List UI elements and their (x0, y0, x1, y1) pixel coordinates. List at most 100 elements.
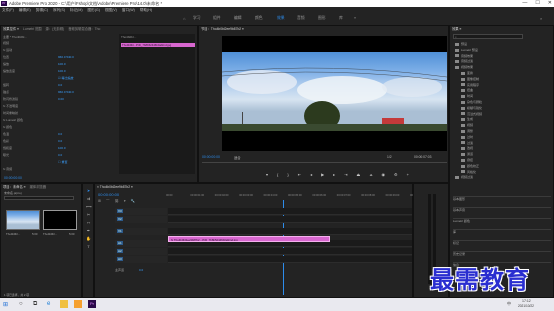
effect-control-value[interactable]: 0.0 (58, 139, 62, 143)
tab-effects[interactable]: 效果 ≡ (452, 26, 461, 32)
collapsed-panel-tab[interactable]: 标记 (453, 240, 551, 245)
effects-tree-item[interactable]: 沉浸式视频 (461, 112, 482, 116)
effects-tree-item[interactable]: 调整 (461, 129, 473, 133)
premiere-taskbar-icon[interactable]: Pr (88, 300, 96, 308)
insert-icon[interactable]: ⊞ (98, 199, 101, 204)
tab-sequence[interactable]: × Tho4b0bl2ee9b87b2 ≡ (97, 184, 133, 190)
timeline-clip[interactable]: fx Tho4b0bl2ee9b87b2…PrD_7b8b52446b0a9rn… (168, 236, 330, 242)
track-label[interactable]: A2 (117, 249, 123, 253)
effect-control-value[interactable]: 0.00 (58, 97, 64, 101)
lift-icon[interactable]: ⏏ (357, 172, 361, 177)
effect-control-value[interactable]: 100.0 (58, 146, 66, 150)
track-header[interactable]: V1 (115, 228, 167, 235)
effect-control-row[interactable]: 时间重映射 (3, 111, 58, 115)
export-frame-icon[interactable]: ◉ (382, 172, 386, 177)
add-button-icon[interactable]: + (407, 172, 409, 177)
tab-lumetri-scopes[interactable]: Lumetri 范围 (23, 26, 42, 32)
effect-control-row[interactable]: ☐ 重置 (3, 160, 68, 164)
timeline-timecode[interactable]: 00:00:00:00 (98, 192, 119, 197)
effects-tree-item[interactable]: 杂色与颗粒 (461, 100, 482, 104)
tab-program[interactable]: 节目：Tho4b0bl2ee9b87b2 ≡ (201, 26, 244, 32)
effect-control-row[interactable]: 缩放宽度 100.0 (3, 69, 66, 73)
settings-icon[interactable]: ⚙ (394, 172, 398, 177)
track-header[interactable]: V2 (115, 216, 167, 223)
effects-tree-item[interactable]: 视频过渡 (455, 175, 473, 179)
program-video-frame[interactable] (222, 36, 447, 151)
task-view-icon[interactable]: ⧉ (33, 301, 37, 308)
windows-start-icon[interactable]: ⊞ (3, 301, 8, 308)
search-icon[interactable]: ⌕ (540, 16, 542, 21)
effect-control-value[interactable]: 0.0 (58, 83, 62, 87)
effects-tree-item[interactable]: 颜色校正 (461, 164, 479, 168)
edge-icon[interactable]: e (47, 301, 50, 307)
project-search-input[interactable] (4, 196, 74, 200)
collapsed-panel-tab[interactable]: 历史记录 (453, 251, 551, 256)
workspace-tab-audio[interactable]: 音频 (297, 16, 305, 21)
track-label[interactable]: V2 (117, 217, 123, 221)
workspace-more-button[interactable]: » (354, 16, 356, 20)
home-icon[interactable]: ⌂ (183, 16, 185, 21)
effects-tree-item[interactable]: 音频效果 (455, 54, 473, 58)
effect-control-row[interactable]: fx 音频 (3, 167, 58, 171)
effects-tree-item[interactable]: 视频效果 (455, 65, 473, 69)
collapsed-panel-tab[interactable]: 基本声音 (453, 207, 551, 212)
effect-controls-timecode[interactable]: 00:00:00:00 (4, 176, 22, 180)
step-forward-icon[interactable]: ▸ (333, 172, 335, 177)
effects-tree-item[interactable]: 扭曲 (461, 88, 473, 92)
effects-tree-item[interactable]: Lumetri 预设 (455, 48, 478, 52)
effects-tree-item[interactable]: 过渡 (461, 141, 473, 145)
close-button[interactable]: ✕ (548, 0, 552, 7)
razor-tool-icon[interactable]: ✂ (86, 212, 91, 217)
mark-in-icon[interactable]: ▾ (266, 172, 268, 177)
clock-date[interactable]: 2021/10/22 (518, 304, 534, 308)
workspace-tab-learn[interactable]: 学习 (193, 16, 201, 21)
collapsed-panel-tab[interactable]: 基本图形 (453, 196, 551, 201)
workspace-tab-color[interactable]: 颜色 (255, 16, 263, 21)
program-timecode-left[interactable]: 00:00:00:00 (202, 155, 220, 159)
effects-tree-item[interactable]: 视频 (461, 123, 473, 127)
effect-control-row[interactable]: 饱和度 100.0 (3, 146, 66, 150)
effect-control-row[interactable]: fx 运动 (3, 48, 58, 52)
effect-control-row[interactable]: 曝光 0.0 (3, 153, 62, 157)
effect-control-row[interactable]: 锚点 960.0 540.0 (3, 90, 74, 94)
mark-in-bracket-icon[interactable]: { (277, 172, 278, 177)
effect-control-value[interactable]: 100.0 (58, 62, 66, 66)
store-icon[interactable] (74, 300, 82, 308)
track-header[interactable]: A3 (115, 256, 167, 263)
track-lane[interactable] (168, 256, 412, 263)
effects-tree-item[interactable]: 风格化 (461, 170, 476, 174)
effect-control-value[interactable]: 100.0 (58, 69, 66, 73)
search-icon[interactable]: ○ (19, 301, 23, 307)
effects-tree-item[interactable]: 生成 (461, 117, 473, 121)
track-label[interactable]: V3 (117, 209, 123, 213)
add-marker-icon[interactable]: ▾ (124, 199, 126, 204)
hand-tool-icon[interactable]: ✋ (86, 236, 91, 241)
tab-audio-clip-mixer[interactable]: 音频剪辑混合器：Tho (68, 26, 100, 32)
workspace-tab-editing[interactable]: 编辑 (234, 16, 242, 21)
effects-tree-item[interactable]: 图像控制 (461, 77, 479, 81)
snap-icon[interactable]: ⌒ (106, 199, 110, 204)
effects-tree-item[interactable]: 时间 (461, 94, 473, 98)
effect-control-value[interactable]: ☐ 重置 (58, 160, 68, 164)
extract-icon[interactable]: ⏶ (369, 172, 372, 177)
type-tool-icon[interactable]: T (86, 244, 91, 249)
effect-control-row[interactable]: 防闪烁滤镜 0.00 (3, 97, 64, 101)
clock-time[interactable]: 17:12 (522, 299, 531, 303)
effect-control-value[interactable]: 0.0 (58, 132, 62, 136)
tab-media-browser[interactable]: 媒体浏览器 (30, 184, 46, 190)
effect-control-row[interactable]: 色温 0.0 (3, 132, 62, 136)
play-icon[interactable]: ▶ (321, 172, 324, 177)
effect-control-row[interactable]: 视频 (3, 41, 58, 45)
effect-control-row[interactable]: fx 不透明度 (3, 104, 58, 108)
track-header[interactable]: A1 (115, 240, 167, 247)
track-lane[interactable] (168, 228, 412, 235)
project-item-thumb-2[interactable] (43, 210, 77, 230)
track-lane[interactable] (168, 216, 412, 223)
collapsed-panel-tab[interactable]: Lumetri 颜色 (453, 218, 551, 223)
quality-dropdown[interactable]: 1/2 (387, 155, 392, 159)
track-label[interactable]: A3 (117, 257, 123, 261)
effects-tree-item[interactable]: 变换 (461, 71, 473, 75)
effects-tree-item[interactable]: 透视 (461, 146, 473, 150)
wrench-icon[interactable]: 🔧 (131, 199, 135, 204)
mini-clip-bar[interactable]: Tho4b0bl...PrD_7b8b52446b0a9rnd.jpg (121, 43, 195, 47)
